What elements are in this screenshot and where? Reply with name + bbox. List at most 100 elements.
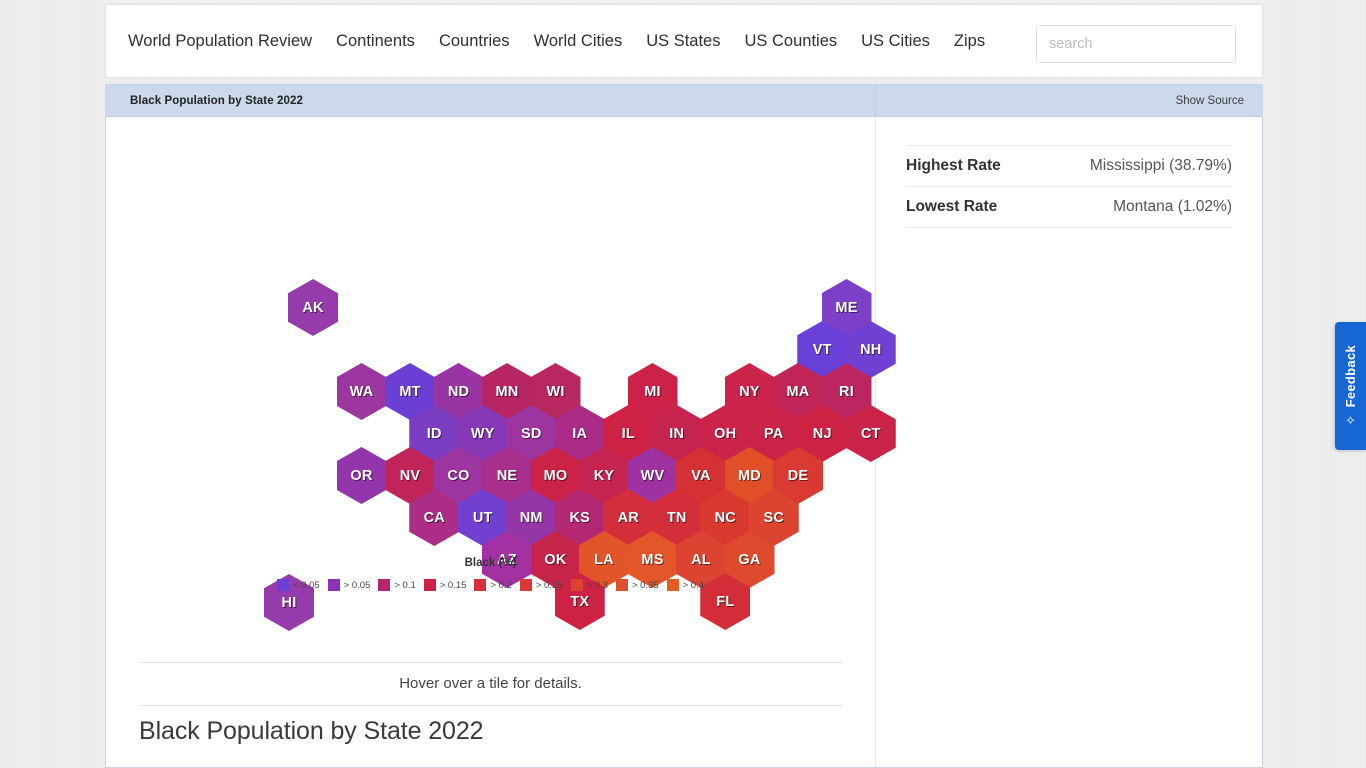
hex-tile-label: NC xyxy=(714,509,736,526)
nav-link-brand[interactable]: World Population Review xyxy=(128,32,312,51)
legend-label: > 0.1 xyxy=(394,579,416,591)
stats-key: Highest Rate xyxy=(906,157,1001,174)
legend-item: > 0.05 xyxy=(327,579,371,591)
hex-tile-label: UT xyxy=(472,509,493,526)
legend-swatch xyxy=(570,579,583,591)
legend-item: > 0.35 xyxy=(615,579,659,591)
hex-tile-label: OR xyxy=(350,467,373,484)
hex-tile-label: OH xyxy=(714,425,737,442)
hex-tile-map: AK ME VT NH WA MT ND MN WI MI NY MA RI ID WY SD IA IL IN OH… xyxy=(106,117,896,631)
legend-swatch xyxy=(327,579,340,591)
hex-tile-label: MO xyxy=(543,467,568,484)
legend-swatch xyxy=(666,579,679,591)
card-body: AK ME VT NH WA MT ND MN WI MI NY MA RI ID WY SD IA IL IN OH… xyxy=(106,117,1262,767)
legend-swatch xyxy=(615,579,628,591)
legend-label: > 0.25 xyxy=(535,579,563,591)
hover-hint: Hover over a tile for details. xyxy=(139,662,842,706)
hex-tile-label: PA xyxy=(764,425,784,442)
hex-tile-label: RI xyxy=(839,383,854,400)
search-input[interactable] xyxy=(1036,25,1236,63)
legend-label: > 0.3 xyxy=(586,579,608,591)
nav-link-world-cities[interactable]: World Cities xyxy=(534,32,623,51)
feedback-label: Feedback xyxy=(1343,345,1358,408)
hex-tile-label: NM xyxy=(519,509,543,526)
card-header: Black Population by State 2022 Show Sour… xyxy=(106,85,1262,117)
nav-link-us-cities[interactable]: US Cities xyxy=(861,32,930,51)
hex-tile-label: WV xyxy=(640,467,665,484)
hex-tile-label: HI xyxy=(281,594,297,611)
hex-tile-label: KY xyxy=(593,467,615,484)
feedback-tab[interactable]: Feedback ✧ xyxy=(1335,322,1366,450)
search-container xyxy=(1036,25,1236,63)
legend-label: > 0.05 xyxy=(343,579,371,591)
hex-tile-label: WA xyxy=(349,383,374,400)
legend-swatch xyxy=(423,579,436,591)
hex-tile-ak[interactable]: AK xyxy=(288,279,338,336)
hex-tile-label: ID xyxy=(426,425,442,442)
page-title: Black Population by State 2022 xyxy=(139,717,484,745)
hex-tile-label: AK xyxy=(302,299,324,316)
hex-tile-label: MN xyxy=(495,383,519,400)
legend-label: > 0.15 xyxy=(439,579,467,591)
legend-swatch xyxy=(519,579,532,591)
nav-link-us-states[interactable]: US States xyxy=(646,32,720,51)
nav-link-zips[interactable]: Zips xyxy=(954,32,985,51)
hex-tile-label: TX xyxy=(570,593,590,610)
stats-key: Lowest Rate xyxy=(906,198,998,215)
hex-tile-label: MA xyxy=(786,383,810,400)
nav-link-countries[interactable]: Countries xyxy=(439,32,510,51)
hex-tile-label: NY xyxy=(739,383,760,400)
legend-item: > 0.25 xyxy=(519,579,563,591)
hex-tile-label: SC xyxy=(763,509,785,526)
table-row: Lowest Rate Montana (1.02%) xyxy=(906,187,1232,228)
hex-tile-label: KS xyxy=(569,509,591,526)
hex-tile-label: IL xyxy=(621,425,635,442)
stats-value: Mississippi (38.79%) xyxy=(1089,157,1232,174)
hex-tile-label: VT xyxy=(812,341,832,358)
hex-tile-label: IA xyxy=(572,425,588,442)
hex-tile-label: ME xyxy=(835,299,858,316)
stats-table: Highest Rate Mississippi (38.79%) Lowest R… xyxy=(906,145,1232,228)
show-source-button[interactable]: Show Source xyxy=(1176,95,1244,107)
hex-tile-label: WY xyxy=(470,425,495,442)
hex-tile-label: IN xyxy=(669,425,685,442)
hex-tile-label: DE xyxy=(787,467,809,484)
hex-tile-or[interactable]: OR xyxy=(336,447,387,504)
top-navigation-bar: World Population Review Continents Count… xyxy=(105,4,1263,78)
legend-title: Black (%) xyxy=(464,557,517,569)
hex-tile-label: FL xyxy=(716,593,735,610)
table-row: Highest Rate Mississippi (38.79%) xyxy=(906,145,1232,187)
hex-tile-label: MI xyxy=(644,383,661,400)
hex-tile-label: ND xyxy=(447,383,470,400)
hex-tile-label: MD xyxy=(738,467,761,484)
hex-tile-label: TN xyxy=(666,509,687,526)
page-root: World Population Review Continents Count… xyxy=(0,0,1366,768)
stats-value: Montana (1.02%) xyxy=(1113,198,1232,215)
nav-link-us-counties[interactable]: US Counties xyxy=(745,32,838,51)
visualization-card: Black Population by State 2022 Show Sour… xyxy=(105,84,1263,768)
hex-tile-label: WI xyxy=(546,383,565,400)
visualization-column: AK ME VT NH WA MT ND MN WI MI NY MA RI ID WY SD IA IL IN OH… xyxy=(106,117,896,768)
hex-tile-label: AR xyxy=(617,509,639,526)
legend-item: > 0.1 xyxy=(378,579,416,591)
legend-item: > 0.15 xyxy=(423,579,467,591)
hex-tile-label: NE xyxy=(496,467,518,484)
nav-links: World Population Review Continents Count… xyxy=(106,32,1009,51)
hex-tile-label: CA xyxy=(423,509,445,526)
legend-item: < 0.05 xyxy=(276,579,320,591)
legend-label: > 0.2 xyxy=(490,579,512,591)
hex-tile-label: CO xyxy=(447,467,470,484)
header-divider xyxy=(875,85,876,117)
legend-label: > 0.4 xyxy=(682,579,705,591)
nav-link-continents[interactable]: Continents xyxy=(336,32,415,51)
stats-column: Highest Rate Mississippi (38.79%) Lowest R… xyxy=(876,117,1262,767)
article-section: Black Population by State 2022 According… xyxy=(139,717,849,768)
legend-label: < 0.05 xyxy=(292,579,320,591)
hex-tile-label: VA xyxy=(691,467,711,484)
sparkle-star-icon: ✧ xyxy=(1345,412,1356,428)
card-title: Black Population by State 2022 xyxy=(130,94,304,107)
hex-tile-label: NJ xyxy=(812,425,832,442)
legend-swatch xyxy=(276,579,289,591)
hex-tile-wa[interactable]: WA xyxy=(336,363,387,420)
legend-swatch xyxy=(474,579,487,591)
